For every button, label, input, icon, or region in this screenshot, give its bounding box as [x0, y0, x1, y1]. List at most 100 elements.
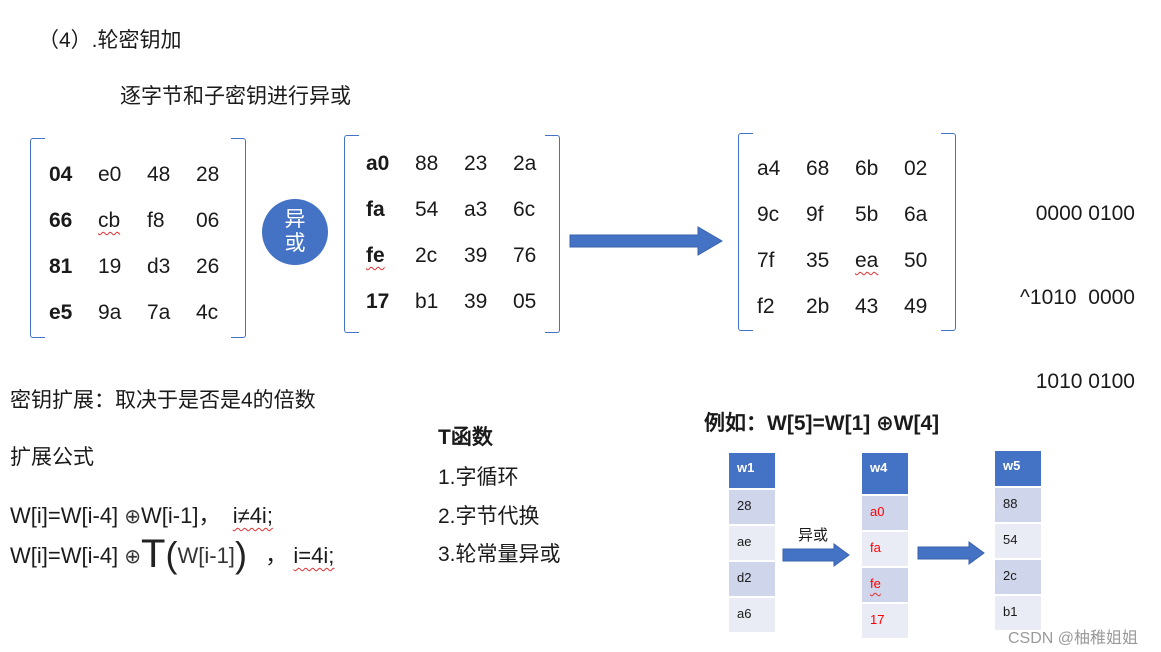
formula-rhs: W[i-1]，: [141, 503, 221, 528]
matrix-cell: 06: [196, 209, 220, 232]
matrix-cell: 28: [196, 163, 220, 186]
xor-operator-icon: ⊕: [124, 506, 142, 528]
result-matrix: a4 68 6b 02 9c 9f 5b 6a 7f 35 ea 50 f2 2…: [738, 133, 956, 331]
matrix-cell: e5: [49, 301, 73, 324]
matrix-cell: 9c: [757, 203, 780, 226]
matrix-cell: 6b: [855, 157, 879, 180]
word-byte: 17: [862, 604, 908, 640]
word-byte: a0: [862, 496, 908, 532]
left-bracket: [30, 138, 45, 338]
matrix-cell: 17: [366, 290, 390, 313]
binary-line: 1010 0100: [1035, 370, 1135, 393]
matrix-cell: 6a: [904, 203, 928, 226]
matrix-cell: fe: [366, 244, 385, 267]
matrix-cell: 54: [415, 198, 439, 221]
left-bracket: [344, 135, 359, 333]
matrix-cell: 4c: [196, 301, 219, 324]
matrix-cell: f8: [147, 209, 165, 232]
formula-2: W[i]=W[i-4] ⊕T(W[i-1]) ， i=4i;: [10, 534, 335, 574]
matrix-cell: 23: [464, 152, 488, 175]
matrix-cell: 04: [49, 163, 73, 186]
matrix-cell: 7a: [147, 301, 171, 324]
state-matrix: 04 e0 48 28 66 cb f8 06 81 19 d3 26 e5 9…: [30, 138, 246, 338]
word-byte: a6: [729, 598, 775, 634]
left-bracket: [738, 133, 753, 331]
formula-1: W[i]=W[i-4] ⊕W[i-1]， i≠4i;: [10, 498, 273, 530]
formula-condition: i=4i;: [293, 543, 335, 568]
xor-arrow-label: 异或: [798, 527, 829, 544]
matrix-cell: e0: [98, 163, 122, 186]
word-header: w4: [862, 453, 908, 496]
word-byte: 88: [995, 488, 1041, 524]
word-byte: fa: [862, 532, 908, 568]
matrix-cell: 48: [147, 163, 171, 186]
xor-label-line1: 异: [284, 208, 306, 231]
matrix-cell: 39: [464, 290, 488, 313]
right-arrow-icon: [569, 226, 723, 256]
matrix-cell: 05: [513, 290, 537, 313]
matrix-cell: fa: [366, 198, 385, 221]
binary-xor-example: 0000 0100 ^1010 0000 1010 0100: [1005, 144, 1135, 424]
subtitle: 逐字节和子密钥进行异或: [120, 85, 351, 108]
t-function-item: 3.轮常量异或: [438, 543, 561, 566]
section-title: （4）.轮密钥加: [38, 29, 182, 52]
matrix-cell: 35: [806, 249, 830, 272]
matrix-cell: 66: [49, 209, 73, 232]
matrix-cell: a0: [366, 152, 390, 175]
right-arrow-icon: [917, 541, 985, 565]
matrix-cell: a4: [757, 157, 781, 180]
matrix-cell: 49: [904, 295, 928, 318]
matrix-cell: d3: [147, 255, 171, 278]
matrix-cell: 7f: [757, 249, 775, 272]
xor-label-line2: 或: [284, 232, 306, 255]
word-header: w5: [995, 451, 1041, 488]
word-column-w5: w5 88 54 2c b1: [995, 451, 1041, 632]
formula-heading: 扩展公式: [10, 446, 94, 469]
matrix-cell: 39: [464, 244, 488, 267]
matrix-cell: 9f: [806, 203, 824, 226]
xor-operator-icon: ⊕: [124, 546, 142, 568]
word-byte: d2: [729, 562, 775, 598]
word-column-w1: w1 28 ae d2 a6: [729, 453, 775, 634]
t-function-symbol: T: [141, 532, 166, 576]
matrix-cell: 19: [98, 255, 122, 278]
t-function-item: 2.字节代换: [438, 505, 540, 528]
key-expansion-heading: 密钥扩展：取决于是否是4的倍数: [10, 389, 316, 412]
word-column-w4: w4 a0 fa fe 17: [862, 453, 908, 640]
example-title: 例如：W[5]=W[1] ⊕W[4]: [704, 412, 940, 435]
matrix-cell: cb: [98, 209, 121, 232]
matrix-cell: 2c: [415, 244, 438, 267]
matrix-cell: a3: [464, 198, 488, 221]
t-function-title: T函数: [438, 426, 493, 449]
xor-circle-icon: 异 或: [262, 199, 328, 265]
binary-line: 0000 0100: [1035, 202, 1135, 225]
matrix-cell: 76: [513, 244, 537, 267]
word-header: w1: [729, 453, 775, 490]
matrix-cell: 81: [49, 255, 73, 278]
matrix-cell: 2a: [513, 152, 537, 175]
formula-arg: W[i-1]: [177, 543, 235, 568]
formula-lhs: W[i]=W[i-4]: [10, 543, 125, 568]
matrix-cell: 5b: [855, 203, 879, 226]
formula-separator: ，: [265, 543, 288, 568]
matrix-cell: 02: [904, 157, 928, 180]
round-key-matrix: a0 88 23 2a fa 54 a3 6c fe 2c 39 76 17 b…: [344, 135, 560, 333]
open-paren: (: [165, 534, 178, 575]
word-byte: 28: [729, 490, 775, 526]
matrix-cell: 26: [196, 255, 220, 278]
watermark: CSDN @柚稚姐姐: [1008, 630, 1139, 647]
binary-line: ^1010 0000: [1020, 286, 1135, 309]
matrix-cell: 9a: [98, 301, 122, 324]
matrix-cell: 50: [904, 249, 928, 272]
matrix-cell: 68: [806, 157, 830, 180]
matrix-cell: 6c: [513, 198, 536, 221]
matrix-cell: f2: [757, 295, 775, 318]
matrix-cell: b1: [415, 290, 439, 313]
close-paren: ): [234, 534, 247, 575]
word-byte: 2c: [995, 560, 1041, 596]
formula-condition: i≠4i;: [232, 503, 273, 528]
matrix-cell: 88: [415, 152, 439, 175]
word-byte: fe: [870, 576, 881, 591]
matrix-cell: ea: [855, 249, 879, 272]
formula-lhs: W[i]=W[i-4]: [10, 503, 125, 528]
